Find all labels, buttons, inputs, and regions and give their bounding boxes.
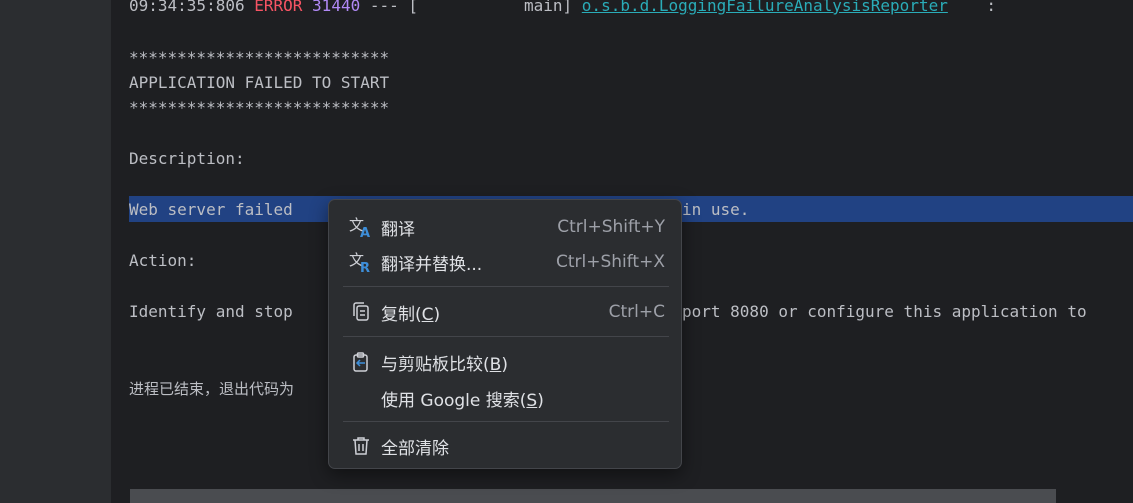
google-mnemonic: S <box>526 390 538 411</box>
logger-link[interactable]: o.s.b.d.LoggingFailureAnalysisReporter <box>582 0 948 15</box>
log-line: 09:34:35:806 ERROR 31440 --- [ main] o.s… <box>129 0 996 16</box>
action-text-start: Identify and stop <box>129 302 303 321</box>
compare-clipboard-icon <box>349 350 373 374</box>
compare-clipboard-label: 与剪贴板比较(B) <box>381 354 508 375</box>
google-search-label: 使用 Google 搜索(S) <box>381 390 544 411</box>
menu-separator <box>343 336 669 337</box>
menu-separator <box>343 286 669 287</box>
horizontal-scrollbar[interactable] <box>130 489 1056 503</box>
log-separator: --- [ <box>369 0 419 15</box>
log-level: ERROR <box>254 0 303 15</box>
svg-text:A: A <box>360 226 370 239</box>
log-colon: : <box>986 0 997 15</box>
menu-separator <box>343 421 669 422</box>
description-label: Description: <box>129 149 245 168</box>
copy-mnemonic: C <box>421 304 434 325</box>
menu-item-compare-clipboard[interactable]: 与剪贴板比较(B) <box>335 345 675 379</box>
translate-shortcut: Ctrl+Shift+Y <box>557 217 665 237</box>
menu-item-clear-all[interactable]: 全部清除 <box>335 429 675 463</box>
context-menu: 文A 翻译 Ctrl+Shift+Y 文R 翻译并替换... Ctrl+Shif… <box>328 199 682 469</box>
stars-bottom: *************************** <box>129 98 390 117</box>
copy-shortcut: Ctrl+C <box>608 302 665 322</box>
log-pid: 31440 <box>312 0 361 15</box>
exit-code-text: 进程已结束，退出代码为 <box>129 380 295 398</box>
compare-mnemonic: B <box>489 354 502 375</box>
copy-label: 复制(C) <box>381 304 441 325</box>
menu-item-copy[interactable]: 复制(C) Ctrl+C <box>335 295 675 329</box>
action-text-end: port 8080 or configure this application … <box>682 302 1087 321</box>
description-text-start: Web server failed <box>129 200 303 219</box>
translate-label: 翻译 <box>381 219 415 240</box>
menu-item-translate[interactable]: 文A 翻译 Ctrl+Shift+Y <box>335 210 675 244</box>
svg-text:R: R <box>360 261 370 274</box>
log-time: 09:34:35:806 <box>129 0 245 15</box>
translate-replace-icon: 文R <box>349 250 373 276</box>
description-text-end: in use. <box>682 200 750 219</box>
stars-top: *************************** <box>129 48 390 67</box>
trash-icon <box>349 434 373 458</box>
log-thread: main] <box>418 0 573 15</box>
translate-replace-shortcut: Ctrl+Shift+X <box>555 252 665 272</box>
translate-icon: 文A <box>349 215 373 241</box>
menu-item-translate-replace[interactable]: 文R 翻译并替换... Ctrl+Shift+X <box>335 245 675 279</box>
failure-title: APPLICATION FAILED TO START <box>129 73 390 92</box>
menu-item-google-search[interactable]: 使用 Google 搜索(S) <box>335 381 675 415</box>
clear-all-label: 全部清除 <box>381 438 449 459</box>
editor-gutter <box>0 0 112 503</box>
copy-icon <box>349 300 373 324</box>
action-label: Action: <box>129 251 197 270</box>
translate-replace-label: 翻译并替换... <box>381 254 483 275</box>
